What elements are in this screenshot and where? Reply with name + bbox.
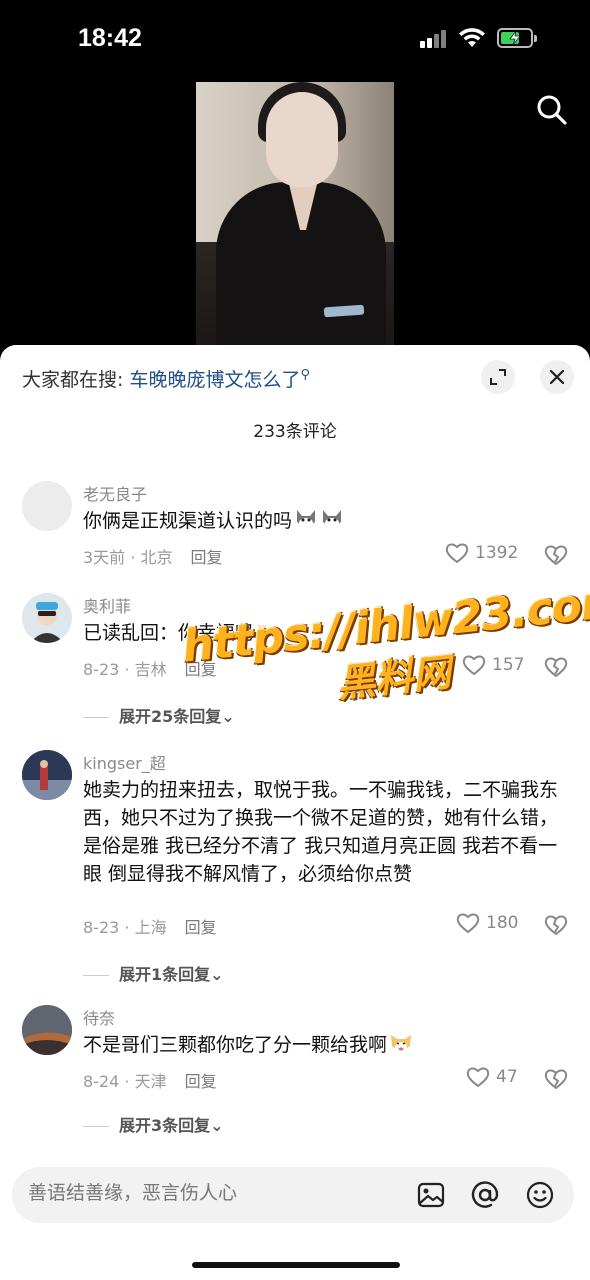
like-count: 180 xyxy=(486,913,519,933)
comment-username[interactable]: 老无良子 xyxy=(83,481,147,505)
hot-search-bar[interactable]: 大家都在搜: 车晚晚庞博文怎么了⚲ xyxy=(22,365,310,392)
comment-username[interactable]: kingser_超 xyxy=(83,750,166,774)
hot-search-keyword[interactable]: 车晚晚庞博文怎么了 xyxy=(129,369,300,391)
comment-time-location: 8-23 · 吉林 xyxy=(83,660,167,679)
expand-replies-button[interactable]: 展开3条回复⌄ xyxy=(83,1112,224,1136)
comment-meta: 8-23 · 上海 回复 xyxy=(83,914,217,938)
dog-emoji-icon xyxy=(391,1035,412,1052)
chevron-down-icon: ⌄ xyxy=(210,1116,224,1135)
hot-search-label: 大家都在搜: xyxy=(22,369,124,391)
comment-time-location: 8-24 · 天津 xyxy=(83,1072,167,1091)
cellular-signal-icon xyxy=(420,30,450,48)
comment-time-location: 3天前 · 北京 xyxy=(83,548,173,567)
close-icon xyxy=(549,369,565,385)
emoji-icon[interactable] xyxy=(525,1180,555,1210)
comment-time-location: 8-23 · 上海 xyxy=(83,918,167,937)
husky-emoji-icon xyxy=(297,510,316,528)
like-button[interactable]: 47 xyxy=(466,1066,518,1088)
heart-icon xyxy=(456,913,480,934)
comment-input[interactable] xyxy=(28,1182,408,1204)
close-button[interactable] xyxy=(540,360,574,394)
comment-text: 你俩是正规渠道认识的吗 xyxy=(83,507,573,535)
like-button[interactable]: 180 xyxy=(456,912,518,934)
chevron-down-icon: ⌄ xyxy=(210,965,224,984)
comment-meta: 3天前 · 北京 回复 xyxy=(83,544,222,568)
dislike-icon[interactable] xyxy=(544,543,568,567)
video-thumbnail[interactable] xyxy=(196,82,394,348)
expand-button[interactable] xyxy=(481,360,515,394)
reply-button[interactable]: 回复 xyxy=(185,918,217,937)
comment-username[interactable]: 奥利菲 xyxy=(83,593,131,617)
comment-text: 她卖力的扭来扭去，取悦于我。一不骗我钱，二不骗我东西，她只不过为了换我一个微不足… xyxy=(83,779,559,885)
search-icon[interactable] xyxy=(536,94,568,126)
like-count: 1392 xyxy=(475,543,519,563)
image-icon[interactable] xyxy=(416,1180,446,1210)
avatar[interactable] xyxy=(22,1005,72,1055)
husky-emoji-icon xyxy=(323,510,342,528)
status-time: 18:42 xyxy=(78,24,142,52)
comment-input-bar xyxy=(12,1167,574,1223)
home-indicator[interactable] xyxy=(192,1262,400,1268)
wifi-icon xyxy=(459,28,485,47)
status-bar: 18:42 xyxy=(0,0,590,80)
comment-username[interactable]: 待奈 xyxy=(83,1005,115,1029)
comment-text: 不是哥们三颗都你吃了分一颗给我啊 xyxy=(83,1031,573,1059)
at-icon[interactable] xyxy=(470,1180,500,1210)
like-count: 47 xyxy=(496,1067,518,1087)
avatar[interactable] xyxy=(22,481,72,531)
avatar[interactable] xyxy=(22,750,72,800)
like-button[interactable]: 1392 xyxy=(445,542,518,564)
expand-icon xyxy=(490,369,506,385)
dislike-icon[interactable] xyxy=(544,913,568,937)
dislike-icon[interactable] xyxy=(544,1067,568,1091)
small-search-icon: ⚲ xyxy=(300,367,310,383)
heart-icon xyxy=(445,543,469,564)
comment-meta: 8-24 · 天津 回复 xyxy=(83,1068,217,1092)
reply-button[interactable]: 回复 xyxy=(190,548,222,567)
expand-replies-button[interactable]: 展开1条回复⌄ xyxy=(83,961,224,985)
comment-count: 233条评论 xyxy=(253,422,337,442)
comment-sheet: 大家都在搜: 车晚晚庞博文怎么了⚲ 233条评论 老无良子 你俩是正规渠道认识的… xyxy=(0,345,590,1280)
avatar[interactable] xyxy=(22,593,72,643)
reply-button[interactable]: 回复 xyxy=(185,1072,217,1091)
battery-icon xyxy=(497,28,537,48)
heart-icon xyxy=(466,1067,490,1088)
